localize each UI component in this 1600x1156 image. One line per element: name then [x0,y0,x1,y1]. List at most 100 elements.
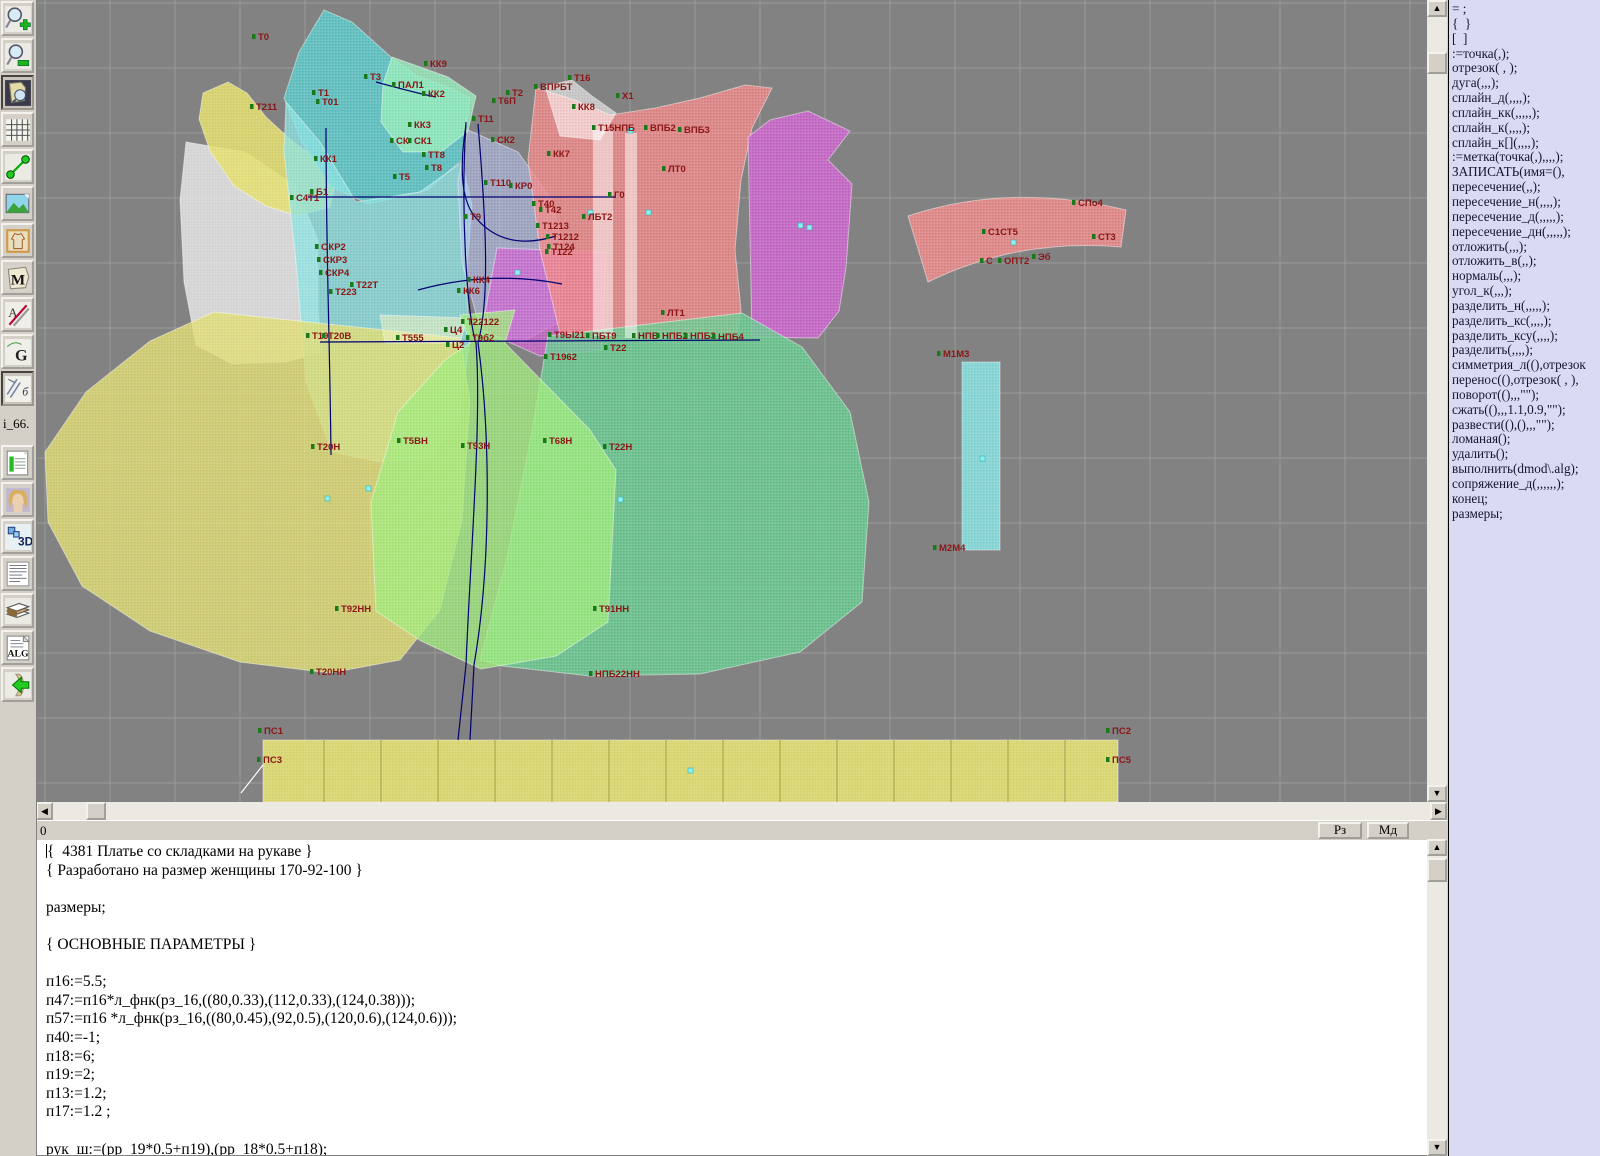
pattern-point-label[interactable]: СКР4 [325,268,350,279]
toolbar-measure-button[interactable] [1,149,34,184]
point-tick[interactable] [661,310,665,315]
point-tick[interactable] [1106,757,1110,762]
code-line[interactable] [37,917,1427,936]
command-item[interactable]: разделить(,,,,); [1449,343,1600,358]
pattern-point-label[interactable]: Т22Н [609,442,632,453]
point-tick[interactable] [534,84,538,89]
point-tick[interactable] [425,165,429,170]
pattern-point-label[interactable]: Т15НПБ [598,123,635,134]
pattern-point-label[interactable]: Т93Н [467,441,490,452]
pattern-point-label[interactable]: Ц4 [450,325,463,336]
point-tick[interactable] [422,91,426,96]
toolbar-size-table-button[interactable] [1,445,34,480]
point-tick[interactable] [544,354,548,359]
pattern-point-label[interactable]: С [986,256,993,267]
point-tick[interactable] [317,257,321,262]
command-item[interactable]: :=точка(,); [1449,47,1600,62]
pattern-point-label[interactable]: Т22 [610,343,626,354]
command-item[interactable]: перенос((),отрезок( , ), [1449,373,1600,388]
pattern-point-label[interactable]: Т223 [335,287,357,298]
selection-dot[interactable] [515,270,520,275]
point-tick[interactable] [684,333,688,338]
code-line[interactable]: п19:=2; [37,1066,1427,1085]
point-tick[interactable] [546,234,550,239]
pattern-point-label[interactable]: М2М4 [939,543,966,554]
code-line[interactable] [37,955,1427,974]
pattern-point-label[interactable]: Т20В [328,331,351,342]
point-tick[interactable] [364,74,368,79]
pattern-point-label[interactable]: СТ3 [1098,232,1116,243]
command-item[interactable]: симметрия_л((),отрезок [1449,358,1600,373]
pattern-point-label[interactable]: ПС2 [1112,726,1131,737]
point-tick[interactable] [506,90,510,95]
pattern-point-label[interactable]: Т68Н [549,436,572,447]
pattern-point-label[interactable]: Т11 [478,114,495,125]
toolbar-drafting-button[interactable]: A [1,297,34,332]
scroll-left-icon[interactable]: ◀ [36,802,53,820]
pattern-point-label[interactable]: Т110 [490,178,511,189]
toolbar-algorithm-button[interactable]: ALG [1,630,34,665]
toolbar-view-3d-button[interactable]: 3D [1,519,34,554]
point-tick[interactable] [461,443,465,448]
command-item[interactable]: пересечение_н(,,,,); [1449,195,1600,210]
point-tick[interactable] [306,333,310,338]
pattern-point-label[interactable]: Т555 [402,333,424,344]
canvas-hscrollbar[interactable]: ◀ ▶ [36,802,1447,820]
command-item[interactable]: = ; [1449,2,1600,17]
point-tick[interactable] [311,444,315,449]
toolbar-books-button[interactable] [1,593,34,628]
command-item[interactable]: [ ] [1449,32,1600,47]
pattern-point-label[interactable]: ВПРБТ [540,82,573,93]
code-line[interactable]: п18:=6; [37,1048,1427,1067]
point-tick[interactable] [980,258,984,263]
command-item[interactable]: отложить(,,,); [1449,240,1600,255]
scroll-down-icon[interactable]: ▼ [1427,785,1447,802]
point-tick[interactable] [1072,200,1076,205]
point-tick[interactable] [589,671,593,676]
code-line[interactable]: п47:=п16*л_фнк(рз_16,((80,0.33),(112,0.3… [37,992,1427,1011]
code-line[interactable]: п17:=1.2 ; [37,1103,1427,1122]
point-tick[interactable] [422,152,426,157]
toolbar-photo-button[interactable] [1,482,34,517]
pattern-point-label[interactable]: ТТ8 [428,150,445,161]
pattern-point-label[interactable]: Т5ВН [403,436,428,447]
command-item[interactable]: разделить_н(,,,,,); [1449,299,1600,314]
pattern-point-label[interactable]: ПАЛ1 [398,80,424,91]
pattern-point-label[interactable]: Т8 [431,163,442,174]
command-item[interactable]: нормаль(,,,); [1449,269,1600,284]
point-tick[interactable] [314,156,318,161]
point-tick[interactable] [536,223,540,228]
pattern-point-label[interactable]: Т122 [551,247,573,258]
point-tick[interactable] [547,151,551,156]
pattern-point-label[interactable]: НПБ [638,331,659,342]
pattern-point-label[interactable]: Х1 [622,91,634,102]
pattern-point-label[interactable]: Т1962 [550,352,577,363]
pattern-point-label[interactable]: НПБ22НН [595,669,640,680]
selection-dot[interactable] [798,223,803,228]
pattern-point-label[interactable]: Т6П [498,96,516,107]
pattern-point-label[interactable]: ВПБ3 [684,125,710,136]
toolbar-zoom-in-button[interactable] [1,1,34,36]
pattern-point-label[interactable]: Т5 [399,172,411,183]
toolbar-grid-button[interactable] [1,112,34,147]
point-tick[interactable] [568,75,572,80]
command-item[interactable]: ломаная(); [1449,432,1600,447]
selection-dot[interactable] [980,456,985,461]
pattern-point-label[interactable]: Т16 [574,73,590,84]
point-tick[interactable] [1106,728,1110,733]
rz-button[interactable]: Рз [1318,822,1362,839]
point-tick[interactable] [257,757,261,762]
point-tick[interactable] [1092,234,1096,239]
command-item[interactable]: сплайн_к(,,,,); [1449,121,1600,136]
pattern-point-label[interactable]: КК6 [463,286,480,297]
point-tick[interactable] [316,99,320,104]
command-item[interactable]: выполнить(dmod\.alg); [1449,462,1600,477]
point-tick[interactable] [539,207,543,212]
point-tick[interactable] [548,332,552,337]
point-tick[interactable] [335,606,339,611]
code-line[interactable] [37,880,1427,899]
pattern-point-label[interactable]: Т20НН [316,667,346,678]
editor-vscroll-thumb[interactable] [1427,858,1447,882]
command-item[interactable]: угол_к(,,,); [1449,284,1600,299]
selection-dot[interactable] [618,497,623,502]
